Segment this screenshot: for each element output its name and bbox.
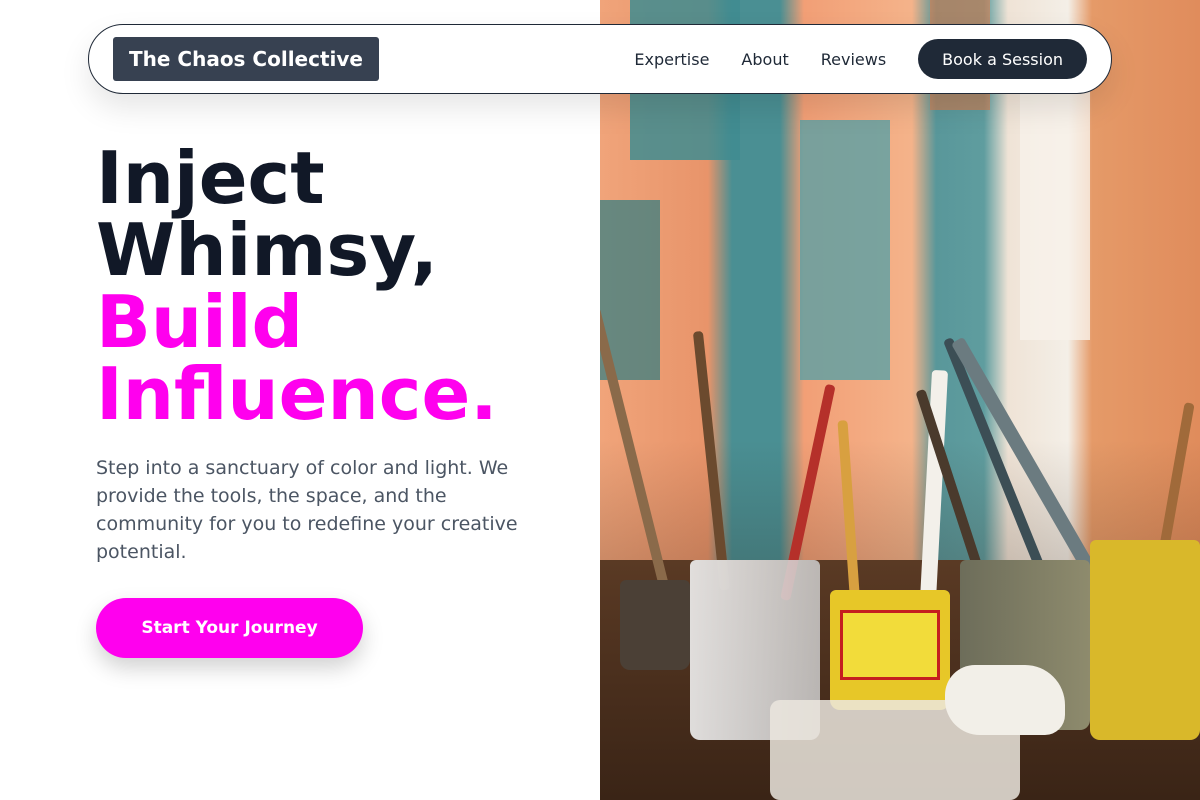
hero-title: Inject Whimsy, Build Influence. (96, 142, 596, 430)
top-navigation: The Chaos Collective Expertise About Rev… (88, 24, 1112, 94)
paint-brush (692, 330, 730, 591)
paint-can (1090, 540, 1200, 740)
nav-link-about[interactable]: About (741, 50, 788, 69)
start-journey-button[interactable]: Start Your Journey (96, 598, 363, 658)
wall-paint-patch (800, 120, 890, 380)
nav-link-expertise[interactable]: Expertise (634, 50, 709, 69)
cloth-rag (945, 665, 1065, 735)
hero-title-accent-line: Influence. (96, 352, 498, 436)
hero-title-line: Inject (96, 136, 325, 220)
brand-logo[interactable]: The Chaos Collective (113, 37, 379, 81)
hero-image-art-studio (600, 0, 1200, 800)
hero-description: Step into a sanctuary of color and light… (96, 457, 518, 563)
hero-title-line: Whimsy, (96, 208, 438, 292)
nav-link-reviews[interactable]: Reviews (821, 50, 886, 69)
nav-links: Expertise About Reviews Book a Session (634, 39, 1087, 79)
paint-jar (620, 580, 690, 670)
paint-can (830, 590, 950, 710)
hero-title-accent-line: Build (96, 280, 304, 364)
book-session-button[interactable]: Book a Session (918, 39, 1087, 79)
